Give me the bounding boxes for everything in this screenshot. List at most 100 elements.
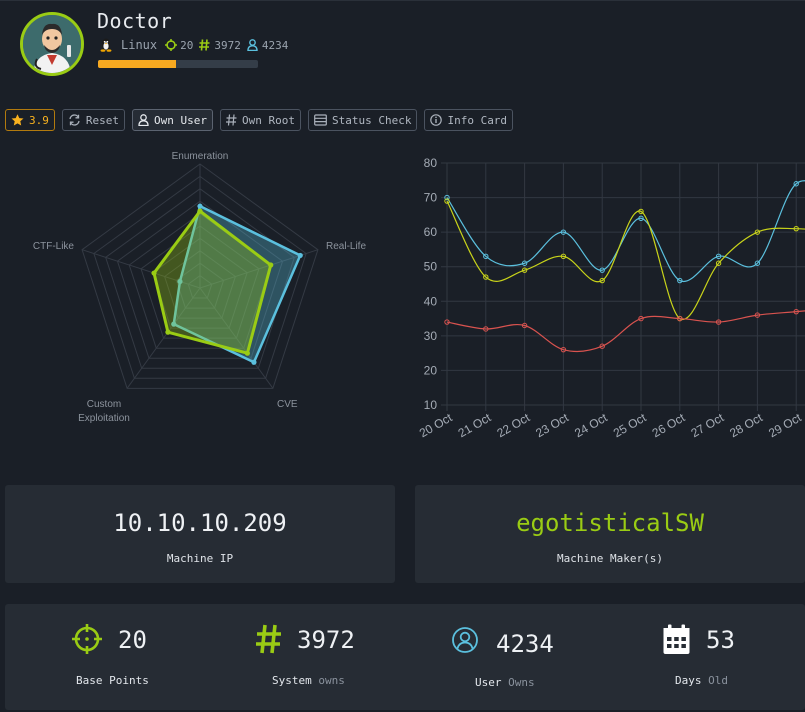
base-points-value: 20 xyxy=(118,626,147,654)
radar-point xyxy=(165,329,171,335)
points-crosshair-icon xyxy=(165,39,178,51)
radar-axis-label-line: Custom xyxy=(87,399,121,410)
machine-ip-card: 10.10.10.209 Machine IP xyxy=(5,485,395,583)
x-tick-label: 21 Oct xyxy=(456,410,494,440)
radar-axis-label-line: Exploitation xyxy=(78,413,130,424)
stats-card: 20 Base Points 3972 System owns 4234 Use… xyxy=(5,604,805,710)
y-tick-label: 80 xyxy=(424,156,438,170)
user-owns-value: 4234 xyxy=(496,630,554,658)
machine-ip-value: 10.10.10.209 xyxy=(113,509,287,537)
line-series-2 xyxy=(446,200,805,321)
radar-axis-label: Custom Exploitation xyxy=(78,399,130,424)
user-owns-label: User Owns xyxy=(475,676,535,689)
reset-label: Reset xyxy=(85,113,119,127)
rating-button[interactable]: 3.9 xyxy=(5,109,55,131)
user-owns-label-muted: Owns xyxy=(508,676,535,689)
radar-axis-label: CVE xyxy=(277,399,298,410)
crosshair-icon xyxy=(72,624,102,658)
machine-maker-card: egotisticalSW Machine Maker(s) xyxy=(415,485,805,583)
own-root-label: Own Root xyxy=(241,113,295,127)
line-series-3 xyxy=(446,310,805,353)
radar-axis-label-line: CVE xyxy=(277,399,298,410)
system-owns-stat: 3972 System owns xyxy=(205,604,405,710)
points-value: 20 xyxy=(180,38,194,52)
action-toolbar: 3.9 Reset Own User Own Root Status Check… xyxy=(5,109,514,131)
x-tick-label: 22 Oct xyxy=(494,410,532,440)
own-user-button[interactable]: Own User xyxy=(132,109,213,131)
radar-point xyxy=(251,359,257,365)
y-tick-label: 60 xyxy=(424,225,438,239)
machine-avatar xyxy=(20,12,84,76)
machine-name: Doctor xyxy=(97,9,173,33)
days-old-value: 53 xyxy=(706,626,735,654)
reset-button[interactable]: Reset xyxy=(61,109,125,131)
y-tick-label: 30 xyxy=(424,329,438,343)
radar-point xyxy=(268,262,274,268)
base-points-stat: 20 Base Points xyxy=(5,604,205,710)
y-tick-label: 50 xyxy=(424,260,438,274)
list-icon xyxy=(314,114,327,126)
x-tick-label: 24 Oct xyxy=(572,410,610,440)
user-owns-value: 4234 xyxy=(261,38,289,52)
system-owns-value: 3972 xyxy=(214,38,241,52)
completion-progress-bar xyxy=(98,60,258,68)
os-label: Linux xyxy=(121,38,158,52)
info-icon xyxy=(430,114,443,126)
radar-point xyxy=(244,350,250,356)
user-owns-label-main: User xyxy=(475,676,502,689)
base-points-label: Base Points xyxy=(76,674,149,687)
days-old-label: Days Old xyxy=(675,674,728,687)
radar-axis-label: CTF-Like xyxy=(33,241,75,252)
top-divider xyxy=(0,0,805,1)
radar-axis-label-line: Enumeration xyxy=(172,151,229,162)
linux-tux-icon xyxy=(98,37,114,53)
days-old-stat: 53 Days Old xyxy=(605,604,805,710)
refresh-icon xyxy=(69,114,80,126)
machine-meta: Linux 20 3972 4234 xyxy=(98,37,288,53)
radar-point xyxy=(297,252,303,259)
system-owns-label-main: System xyxy=(272,674,312,687)
x-tick-label: 29 Oct xyxy=(766,410,804,440)
system-owns-label-muted: owns xyxy=(318,674,345,687)
radar-point xyxy=(197,203,203,209)
y-tick-label: 70 xyxy=(424,191,438,205)
days-old-label-muted: Old xyxy=(708,674,728,687)
status-check-button[interactable]: Status Check xyxy=(307,109,418,131)
radar-axis-label-line: Real-Life xyxy=(326,241,366,252)
user-owns-stat: 4234 User Owns xyxy=(405,604,605,710)
status-check-label: Status Check xyxy=(331,113,412,127)
user-icon xyxy=(138,114,149,126)
info-card-button[interactable]: Info Card xyxy=(424,109,514,131)
own-user-label: Own User xyxy=(154,113,207,127)
info-card-label: Info Card xyxy=(447,113,508,127)
hash-icon xyxy=(256,624,282,658)
x-tick-label: 26 Oct xyxy=(650,410,688,440)
own-root-button[interactable]: Own Root xyxy=(219,109,301,131)
user-icon xyxy=(247,39,258,51)
system-hash-icon xyxy=(199,39,210,51)
star-icon xyxy=(11,114,24,126)
x-tick-label: 25 Oct xyxy=(611,410,649,440)
system-owns-value: 3972 xyxy=(297,626,355,654)
radar-chart: Enumeration Real-Life CVE Custom Exploitatio… xyxy=(33,151,367,424)
calendar-icon xyxy=(663,624,690,659)
user-circle-icon xyxy=(451,626,479,658)
progress-fill xyxy=(98,60,177,68)
system-owns-label: System owns xyxy=(272,674,345,687)
machine-maker-link[interactable]: egotisticalSW xyxy=(415,509,805,537)
line-chart: 10 20 30 40 50 60 70 80 20 Oct 21 Oct 22 Oct 23 Oct… xyxy=(417,156,805,440)
radar-point xyxy=(151,270,157,276)
x-tick-label: 23 Oct xyxy=(533,410,571,440)
hash-icon xyxy=(225,114,237,126)
radar-point xyxy=(197,208,203,214)
doctor-avatar-image xyxy=(23,15,81,73)
radar-axis-label-line: CTF-Like xyxy=(33,241,75,252)
machine-maker-label: Machine Maker(s) xyxy=(557,552,663,565)
rating-value: 3.9 xyxy=(29,113,49,127)
days-old-label-main: Days xyxy=(675,674,702,687)
radar-axis-label: Real-Life xyxy=(326,241,366,252)
radar-axis-label: Enumeration xyxy=(172,151,229,162)
x-tick-label: 20 Oct xyxy=(417,410,455,440)
y-tick-label: 10 xyxy=(424,398,438,412)
y-tick-label: 20 xyxy=(424,363,438,377)
